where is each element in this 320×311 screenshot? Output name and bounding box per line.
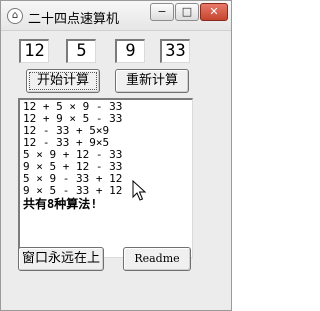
title-bar[interactable]: ⌂ 二十四点速算机 − □ ✕ bbox=[1, 1, 231, 31]
result-line: 9 × 5 - 33 + 12 bbox=[23, 184, 123, 197]
results-textarea[interactable]: 12 + 5 × 9 - 33 12 + 9 × 5 - 33 12 - 33 … bbox=[18, 98, 193, 258]
always-on-top-button[interactable]: 窗口永远在上 bbox=[18, 247, 104, 271]
recalculate-button[interactable]: 重新计算 bbox=[115, 69, 189, 93]
number-input-2[interactable]: 5 bbox=[66, 39, 96, 63]
readme-button[interactable]: Readme bbox=[123, 247, 191, 271]
number-input-3[interactable]: 9 bbox=[115, 39, 145, 63]
number-input-1[interactable]: 12 bbox=[19, 39, 49, 63]
window-title: 二十四点速算机 bbox=[28, 12, 120, 27]
main-window: ⌂ 二十四点速算机 − □ ✕ 12 5 9 33 开始计算 重新计算 12 +… bbox=[0, 0, 232, 311]
mouse-pointer-icon bbox=[132, 180, 147, 201]
result-summary: 共有8种算法! bbox=[23, 197, 98, 211]
start-calculation-button[interactable]: 开始计算 bbox=[26, 69, 100, 93]
calculator-icon: ⌂ bbox=[7, 8, 23, 24]
number-input-4[interactable]: 33 bbox=[160, 39, 190, 63]
maximize-button[interactable]: □ bbox=[175, 3, 199, 21]
minimize-button[interactable]: − bbox=[150, 3, 174, 21]
close-button[interactable]: ✕ bbox=[200, 3, 228, 21]
